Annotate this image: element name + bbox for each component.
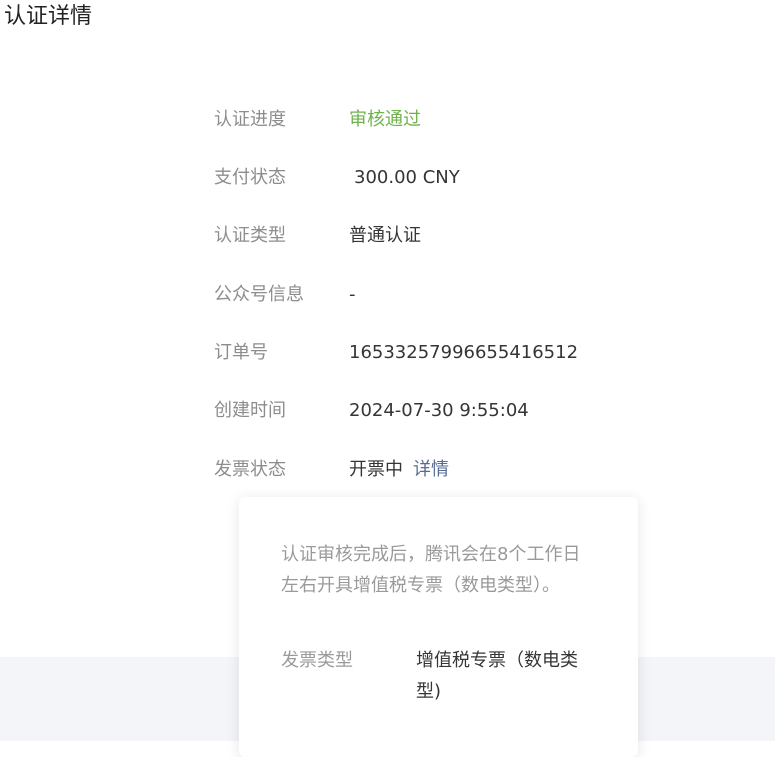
invoice-status: 开票中	[349, 459, 403, 480]
invoice-value-group: 开票中 详情	[349, 454, 449, 486]
invoice-label: 发票状态	[214, 459, 286, 480]
progress-label: 认证进度	[214, 109, 286, 130]
payment-label: 支付状态	[214, 167, 286, 188]
payment-amount: 300.00 CNY	[354, 167, 460, 188]
invoice-type-label: 发票类型	[281, 650, 353, 671]
page-title: 认证详情	[4, 4, 93, 29]
account-info-value: -	[349, 284, 356, 305]
progress-status: 审核通过	[349, 109, 421, 130]
invoice-details-link[interactable]: 详情	[413, 459, 449, 480]
account-info-label: 公众号信息	[214, 284, 304, 305]
invoice-description: 认证审核完成后，腾讯会在8个工作日左右开具增值税专票（数电类型）。	[281, 544, 581, 596]
created-time-value: 2024-07-30 9:55:04	[349, 400, 529, 421]
type-value: 普通认证	[349, 225, 421, 246]
type-label: 认证类型	[214, 225, 286, 246]
invoice-popover: 认证审核完成后，腾讯会在8个工作日左右开具增值税专票（数电类型）。 发票类型 增…	[239, 497, 638, 757]
order-number: 16533257996655416512	[349, 342, 579, 363]
created-time-label: 创建时间	[214, 400, 286, 421]
invoice-type-value: 增值税专票（数电类型)	[416, 650, 578, 702]
order-label: 订单号	[214, 342, 268, 363]
